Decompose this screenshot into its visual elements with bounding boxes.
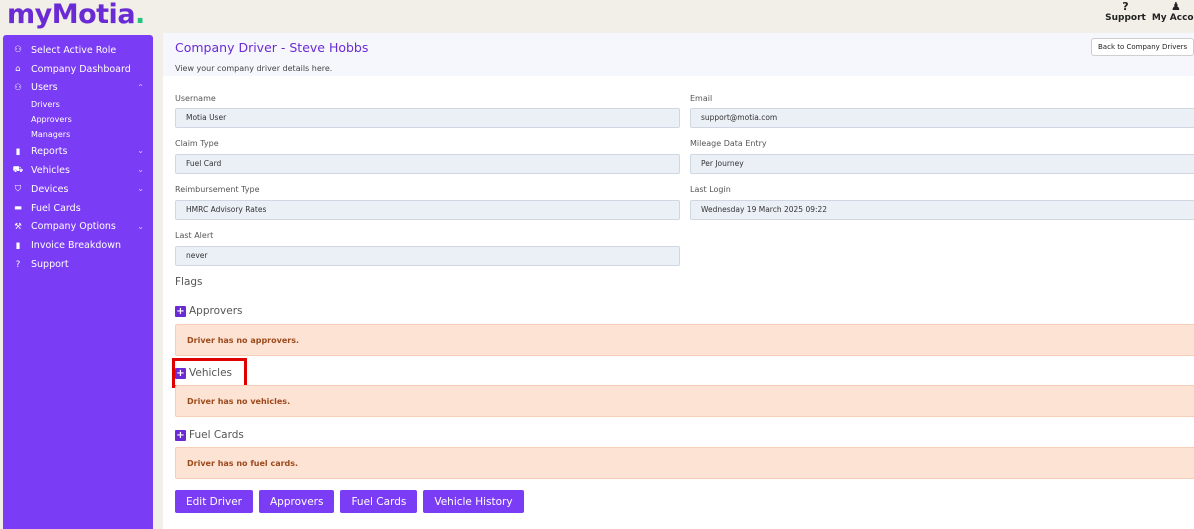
- reimbursement-type-field[interactable]: HMRC Advisory Rates: [175, 200, 680, 220]
- action-buttons: Edit Driver Approvers Fuel Cards Vehicle…: [175, 490, 524, 513]
- top-links: ? Support ♟ My Accou: [1105, 1, 1194, 24]
- mileage-data-entry-label: Mileage Data Entry: [690, 139, 767, 148]
- main-panel: Company Driver - Steve Hobbs View your c…: [163, 33, 1194, 529]
- fuel-cards-section-toggle[interactable]: + Fuel Cards: [175, 429, 244, 441]
- plus-icon: +: [175, 367, 186, 379]
- claim-type-field[interactable]: Fuel Card: [175, 154, 680, 174]
- sidebar-item-label: Fuel Cards: [31, 202, 81, 214]
- user-icon: ♟: [1170, 0, 1181, 13]
- file-icon: ▮: [15, 146, 21, 157]
- fuel-cards-button[interactable]: Fuel Cards: [340, 490, 418, 513]
- top-bar: myMotia. ? Support ♟ My Accou: [0, 0, 1194, 32]
- sidebar-item-label: Vehicles: [31, 165, 70, 177]
- sidebar-item-label: Company Dashboard: [31, 63, 131, 75]
- wrench-icon: ⚒: [14, 221, 22, 232]
- sidebar-item-devices[interactable]: ⛉ Devices ⌄: [3, 180, 153, 199]
- users-icon: ⚇: [14, 45, 22, 56]
- claim-type-label: Claim Type: [175, 139, 219, 148]
- chevron-up-icon: ⌃: [137, 82, 144, 92]
- last-alert-label: Last Alert: [175, 231, 214, 240]
- sidebar-item-select-active-role[interactable]: ⚇ Select Active Role: [3, 41, 153, 60]
- chevron-down-icon: ⌄: [137, 146, 144, 156]
- question-icon: ?: [1122, 0, 1129, 13]
- my-account-link[interactable]: ♟ My Accou: [1152, 1, 1194, 24]
- sidebar-item-label: Users: [31, 82, 58, 94]
- sidebar-subitem-drivers[interactable]: Drivers: [3, 97, 153, 112]
- sidebar-item-users[interactable]: ⚇ Users ⌃: [3, 79, 153, 98]
- plus-icon: +: [175, 429, 186, 441]
- my-account-label: My Accou: [1151, 13, 1194, 23]
- vehicles-alert: Driver has no vehicles.: [175, 385, 1194, 417]
- vehicles-section-toggle[interactable]: + Vehicles: [175, 367, 232, 379]
- users-icon: ⚇: [14, 82, 22, 93]
- support-link-label: Support: [1105, 13, 1146, 23]
- email-field[interactable]: support@motia.com: [690, 108, 1194, 128]
- page-subtitle: View your company driver details here.: [175, 64, 333, 73]
- sidebar-item-invoice-breakdown[interactable]: ▮ Invoice Breakdown: [3, 236, 153, 255]
- cart-icon: ⛉: [14, 184, 22, 195]
- approvers-section-toggle[interactable]: + Approvers: [175, 305, 242, 317]
- sidebar-item-label: Invoice Breakdown: [31, 240, 121, 252]
- sidebar-item-company-dashboard[interactable]: ⌂ Company Dashboard: [3, 60, 153, 79]
- chevron-down-icon: ⌄: [137, 221, 144, 231]
- page-title: Company Driver - Steve Hobbs: [175, 40, 369, 55]
- last-alert-field[interactable]: never: [175, 246, 680, 266]
- sidebar-item-label: Company Options: [31, 221, 116, 233]
- plus-icon: +: [175, 305, 186, 317]
- approvers-alert: Driver has no approvers.: [175, 324, 1194, 356]
- sidebar-item-vehicles[interactable]: ⛟ Vehicles ⌄: [3, 161, 153, 180]
- support-link[interactable]: ? Support: [1105, 1, 1146, 24]
- reimbursement-type-label: Reimbursement Type: [175, 185, 260, 194]
- sidebar-subitem-managers[interactable]: Managers: [3, 127, 153, 142]
- mileage-data-entry-field[interactable]: Per Journey: [690, 154, 1194, 174]
- question-icon: ?: [15, 259, 21, 270]
- flags-heading: Flags: [175, 276, 203, 288]
- email-label: Email: [690, 94, 713, 103]
- sidebar: ⚇ Select Active Role ⌂ Company Dashboard…: [3, 35, 153, 529]
- chevron-down-icon: ⌄: [137, 165, 144, 175]
- last-login-label: Last Login: [690, 185, 731, 194]
- fuel-cards-section-label: Fuel Cards: [189, 429, 244, 441]
- approvers-button[interactable]: Approvers: [258, 490, 335, 513]
- sidebar-item-label: Support: [31, 259, 69, 271]
- chevron-down-icon: ⌄: [137, 183, 144, 193]
- sidebar-item-label: Select Active Role: [31, 44, 117, 56]
- sidebar-item-reports[interactable]: ▮ Reports ⌄: [3, 142, 153, 161]
- truck-icon: ⛟: [12, 165, 24, 176]
- app-logo[interactable]: myMotia.: [7, 0, 145, 30]
- card-icon: ▬: [13, 203, 23, 214]
- building-icon: ⌂: [15, 64, 21, 75]
- last-login-field[interactable]: Wednesday 19 March 2025 09:22: [690, 200, 1194, 220]
- back-to-company-drivers-button[interactable]: Back to Company Drivers: [1091, 38, 1194, 56]
- page-header: Company Driver - Steve Hobbs View your c…: [163, 33, 1194, 76]
- edit-driver-button[interactable]: Edit Driver: [175, 490, 253, 513]
- sidebar-item-fuel-cards[interactable]: ▬ Fuel Cards: [3, 199, 153, 218]
- username-label: Username: [175, 94, 216, 103]
- sidebar-item-label: Devices: [31, 183, 69, 195]
- approvers-section-label: Approvers: [189, 305, 243, 317]
- sidebar-item-label: Reports: [31, 146, 68, 158]
- username-field[interactable]: Motia User: [175, 108, 680, 128]
- file-icon: ▮: [15, 240, 21, 251]
- sidebar-item-support[interactable]: ? Support: [3, 255, 153, 274]
- fuel-cards-alert: Driver has no fuel cards.: [175, 447, 1194, 479]
- sidebar-subitem-approvers[interactable]: Approvers: [3, 112, 153, 127]
- sidebar-item-company-options[interactable]: ⚒ Company Options ⌄: [3, 218, 153, 237]
- vehicle-history-button[interactable]: Vehicle History: [423, 490, 524, 513]
- vehicles-section-label: Vehicles: [189, 367, 233, 379]
